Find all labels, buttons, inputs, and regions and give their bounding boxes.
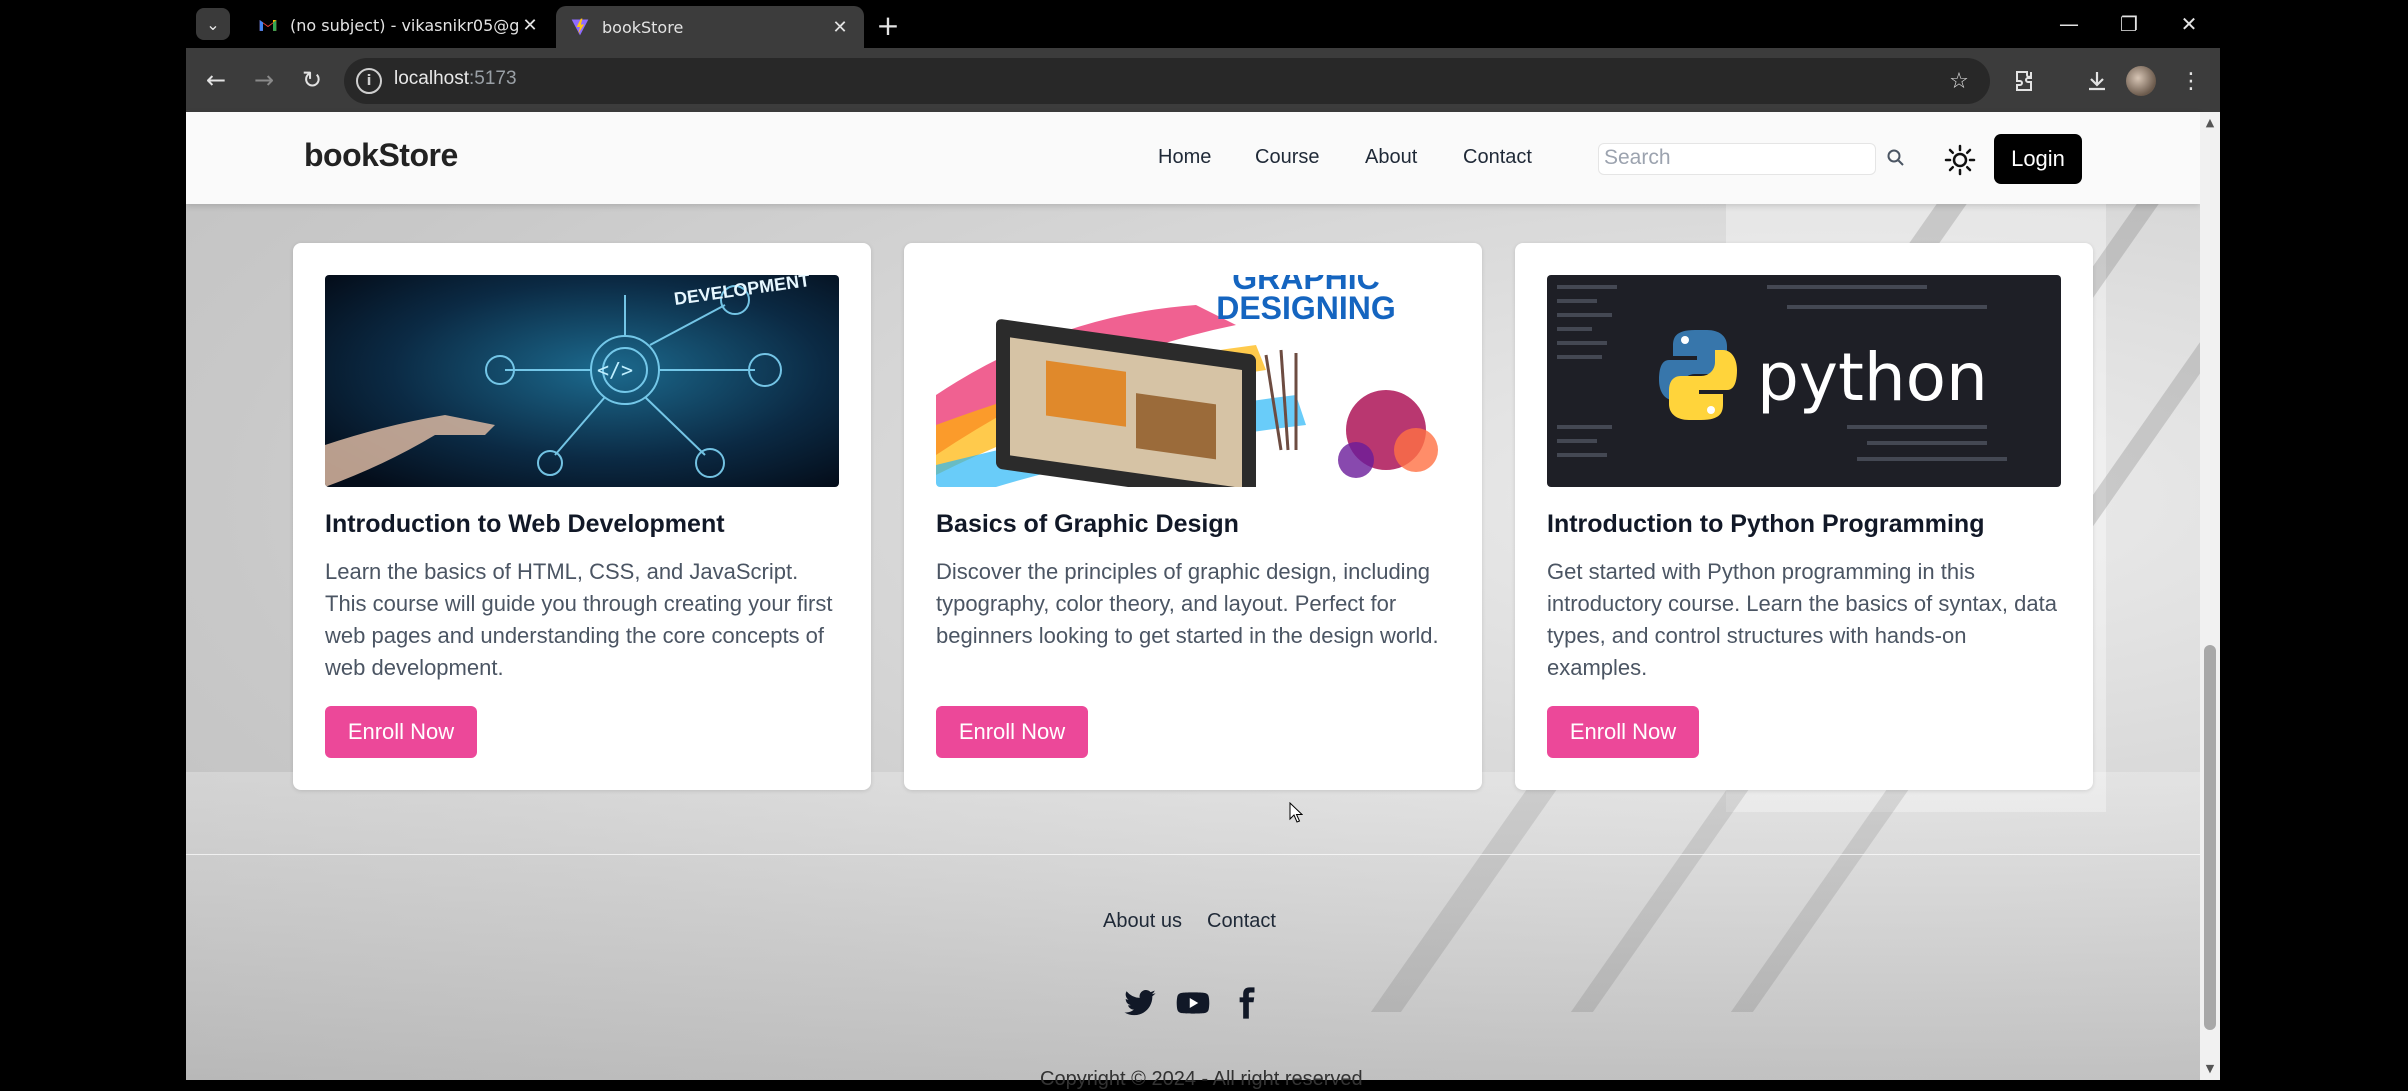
arrow-right-icon: → (253, 66, 275, 94)
svg-text:</>: </> (597, 358, 633, 382)
brand-logo[interactable]: bookStore (304, 137, 458, 174)
reload-button[interactable]: ↻ (294, 62, 330, 98)
forward-button[interactable]: → (246, 62, 282, 98)
nav-course[interactable]: Course (1255, 146, 1319, 169)
restore-button[interactable]: ❐ (2104, 6, 2154, 42)
more-menu-icon[interactable]: ⋮ (2172, 62, 2210, 100)
minimize-button[interactable]: — (2044, 6, 2094, 42)
course-card-graphic-design: GRAPHIC DESIGNING Basics of Graphic Desi… (904, 243, 1482, 790)
tab-title: bookStore (602, 17, 684, 37)
scrollbar-thumb[interactable] (2204, 645, 2216, 1030)
search-icon[interactable] (1886, 148, 1906, 168)
nav-contact[interactable]: Contact (1463, 146, 1532, 169)
image-caption: python (1757, 339, 1988, 416)
footer-divider (186, 854, 2200, 855)
address-bar[interactable] (344, 58, 1990, 104)
chevron-down-icon: ⌄ (206, 14, 220, 34)
login-button[interactable]: Login (1994, 134, 2082, 184)
course-card-python: python Introduction to Python Programmin… (1515, 243, 2093, 790)
gmail-icon (259, 20, 277, 31)
nav-about[interactable]: About (1365, 146, 1417, 169)
url-text[interactable]: localhost:5173 (394, 68, 517, 90)
minimize-icon: — (2059, 12, 2079, 36)
profile-avatar[interactable] (2126, 66, 2156, 96)
scroll-up-icon[interactable]: ▲ (2204, 116, 2216, 130)
course-description: Discover the principles of graphic desig… (936, 559, 1439, 648)
close-icon[interactable]: ✕ (520, 15, 540, 36)
plus-icon: + (876, 8, 900, 42)
enroll-button[interactable]: Enroll Now (936, 706, 1088, 758)
downloads-icon[interactable] (2078, 62, 2116, 100)
tab-gmail[interactable]: (no subject) - vikasnikr05@gmail ✕ (244, 6, 554, 44)
course-description: Learn the basics of HTML, CSS, and JavaS… (325, 559, 833, 680)
course-card-web-dev: </> DEVELOPMENT Introduction to Web Deve… (293, 243, 871, 790)
mouse-cursor-icon (1289, 802, 1303, 823)
back-button[interactable]: ← (198, 62, 234, 98)
search-placeholder: Search (1604, 146, 1671, 169)
course-title: Introduction to Web Development (325, 510, 725, 538)
facebook-icon[interactable] (1229, 986, 1263, 1020)
footer-about-us[interactable]: About us (1103, 910, 1182, 933)
tab-search-button[interactable]: ⌄ (196, 8, 230, 40)
image-caption: DESIGNING (1216, 290, 1396, 326)
course-image-graphic-design: GRAPHIC DESIGNING (936, 275, 1450, 487)
twitter-icon[interactable] (1123, 986, 1157, 1020)
enroll-button[interactable]: Enroll Now (325, 706, 477, 758)
close-icon[interactable]: ✕ (830, 17, 850, 38)
close-icon: ✕ (2180, 12, 2198, 36)
course-description: Get started with Python programming in t… (1547, 559, 2057, 680)
vite-icon (571, 18, 589, 36)
scroll-down-icon[interactable]: ▼ (2204, 1062, 2216, 1076)
background-floor (186, 772, 2200, 1080)
reload-icon: ↻ (301, 66, 323, 94)
extensions-icon[interactable] (2006, 62, 2044, 100)
course-image-python: python (1547, 275, 2061, 487)
tab-bookstore[interactable]: bookStore ✕ (556, 6, 864, 48)
new-tab-button[interactable]: + (872, 8, 904, 42)
sun-icon[interactable] (1944, 144, 1976, 176)
site-info-icon[interactable]: i (356, 68, 382, 94)
enroll-button[interactable]: Enroll Now (1547, 706, 1699, 758)
course-image-web-dev: </> DEVELOPMENT (325, 275, 839, 487)
bookmark-star-icon[interactable]: ☆ (1940, 62, 1978, 100)
course-title: Introduction to Python Programming (1547, 510, 1985, 538)
tab-title: (no subject) - vikasnikr05@gmail (290, 15, 520, 35)
youtube-icon[interactable] (1176, 986, 1210, 1020)
close-window-button[interactable]: ✕ (2164, 6, 2214, 42)
footer-contact[interactable]: Contact (1207, 910, 1276, 933)
arrow-left-icon: ← (205, 66, 227, 94)
course-title: Basics of Graphic Design (936, 510, 1239, 538)
restore-icon: ❐ (2120, 12, 2138, 36)
nav-home[interactable]: Home (1158, 146, 1211, 169)
